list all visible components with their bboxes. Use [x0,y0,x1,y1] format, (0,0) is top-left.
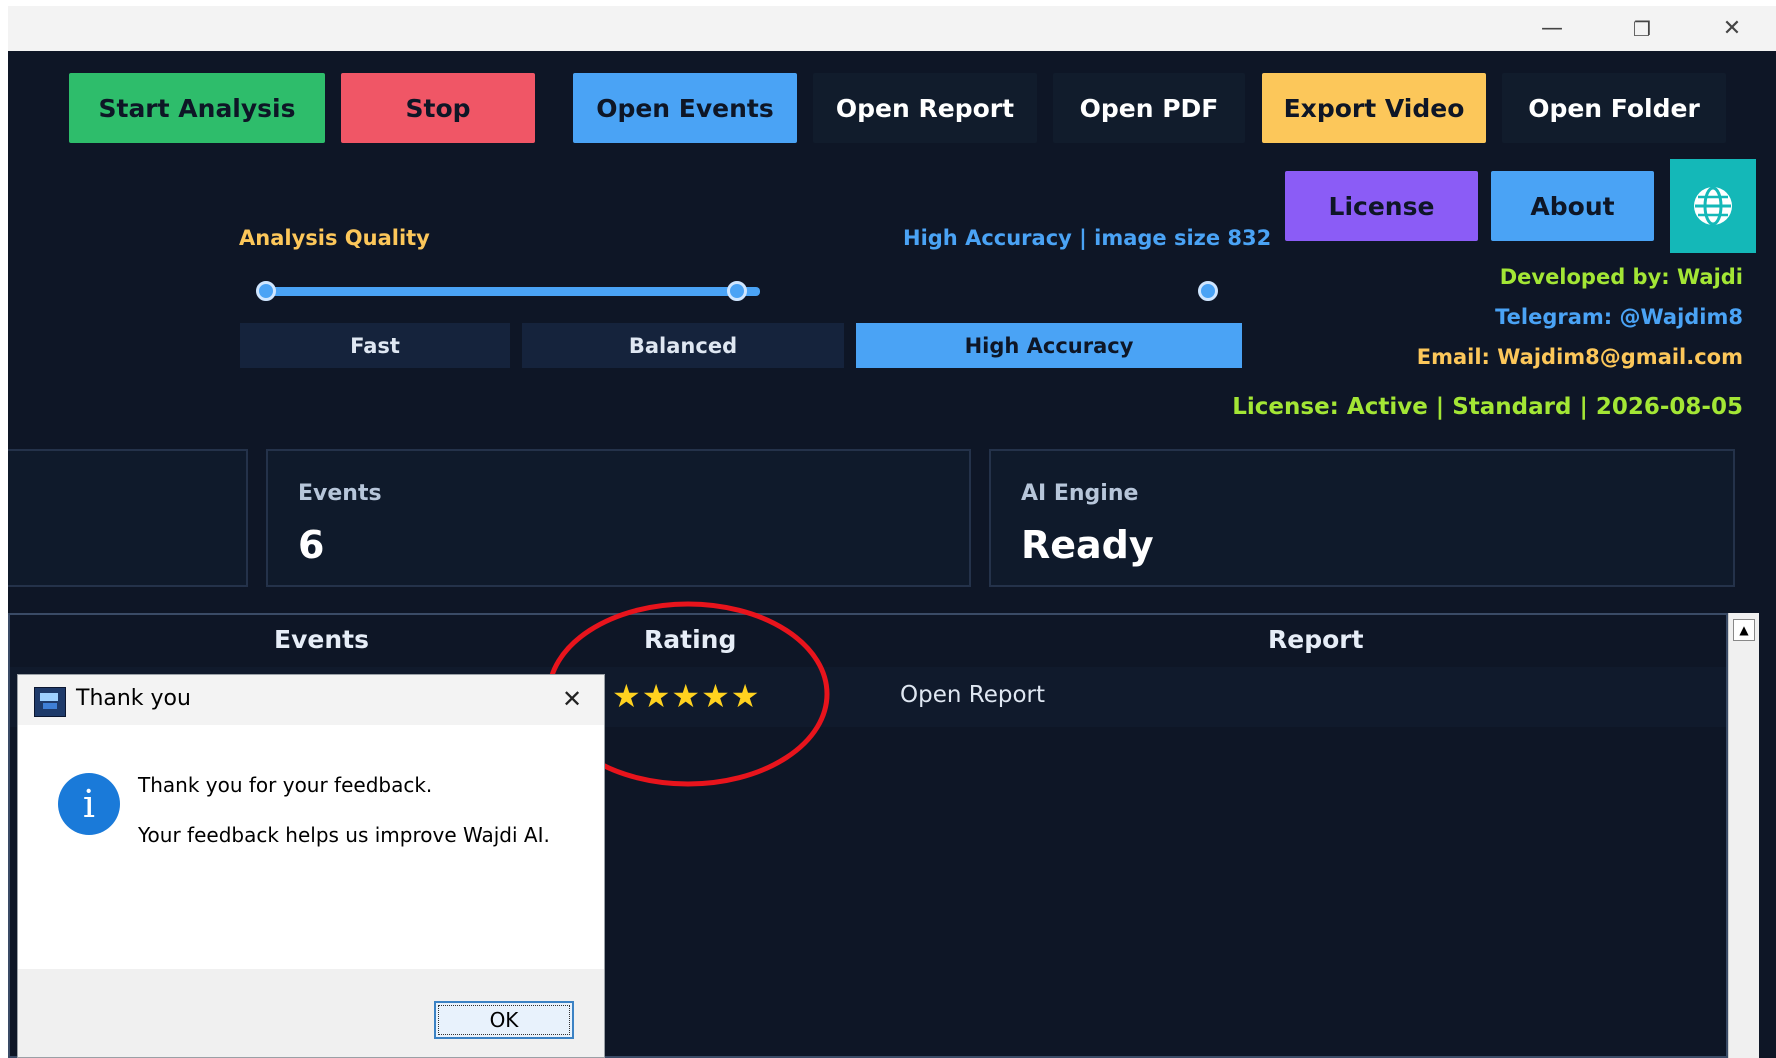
email-text: Email: Wajdim8@gmail.com [1416,345,1743,369]
info-icon: i [58,773,120,835]
ai-engine-value: Ready [1021,523,1154,567]
open-folder-button[interactable]: Open Folder [1502,73,1726,143]
developer-text: Developed by: Wajdi [1499,265,1743,289]
export-video-button[interactable]: Export Video [1262,73,1486,143]
about-button[interactable]: About [1491,171,1654,241]
events-caption: Events [298,481,382,506]
quality-value-text: High Accuracy | image size 832 [903,226,1272,250]
ai-engine-caption: AI Engine [1021,481,1139,506]
slider-knob-fast[interactable] [256,281,276,301]
quality-option-high-accuracy[interactable]: High Accuracy [856,323,1242,368]
open-report-button[interactable]: Open Report [813,73,1037,143]
slider-knob-balanced[interactable] [727,281,747,301]
events-value: 6 [298,523,325,567]
dialog-message-line1: Thank you for your feedback. [138,773,433,797]
stop-button[interactable]: Stop [341,73,535,143]
open-pdf-button[interactable]: Open PDF [1053,73,1245,143]
language-button[interactable] [1670,159,1756,253]
quality-slider-track[interactable] [266,287,760,296]
restore-button[interactable]: ❐ [1612,6,1672,51]
restore-icon: ❐ [1633,16,1651,41]
scroll-up-arrow-icon[interactable]: ▲ [1733,619,1755,641]
column-header-report[interactable]: Report [1268,625,1364,654]
thank-you-dialog: Thank you ✕ i Thank you for your feedbac… [17,674,605,1058]
minimize-icon: — [1541,16,1563,41]
column-header-events[interactable]: Events [274,625,369,654]
quality-label: Analysis Quality [239,226,430,250]
globe-icon [1694,186,1732,226]
table-scrollbar[interactable]: ▲ [1728,613,1759,1058]
open-events-button[interactable]: Open Events [573,73,797,143]
quality-option-balanced[interactable]: Balanced [522,323,844,368]
dialog-close-button[interactable]: ✕ [554,681,590,717]
app-icon [34,687,66,717]
ok-button[interactable]: OK [434,1001,574,1039]
license-button[interactable]: License [1285,171,1478,241]
license-status-text: License: Active | Standard | 2026-08-05 [1232,394,1743,420]
window-titlebar [8,6,1776,51]
close-icon: ✕ [561,685,583,713]
stat-card-ai-engine: AI Engine Ready [989,449,1735,587]
dialog-message-line2: Your feedback helps us improve Wajdi AI. [138,823,550,847]
dialog-titlebar: Thank you ✕ [18,675,604,725]
telegram-text: Telegram: @Wajdim8 [1495,305,1743,329]
stat-card-events: Events 6 [266,449,971,587]
quality-option-fast[interactable]: Fast [240,323,510,368]
close-icon: ✕ [1722,16,1742,41]
minimize-button[interactable]: — [1522,6,1582,51]
table-header: Events Rating Report [10,615,1726,667]
row-open-report-link[interactable]: Open Report [900,682,1045,708]
slider-knob-high-accuracy[interactable] [1198,281,1218,301]
stat-card-partial [8,449,248,587]
start-analysis-button[interactable]: Start Analysis [69,73,325,143]
close-window-button[interactable]: ✕ [1702,6,1762,51]
dialog-title: Thank you [76,686,191,711]
